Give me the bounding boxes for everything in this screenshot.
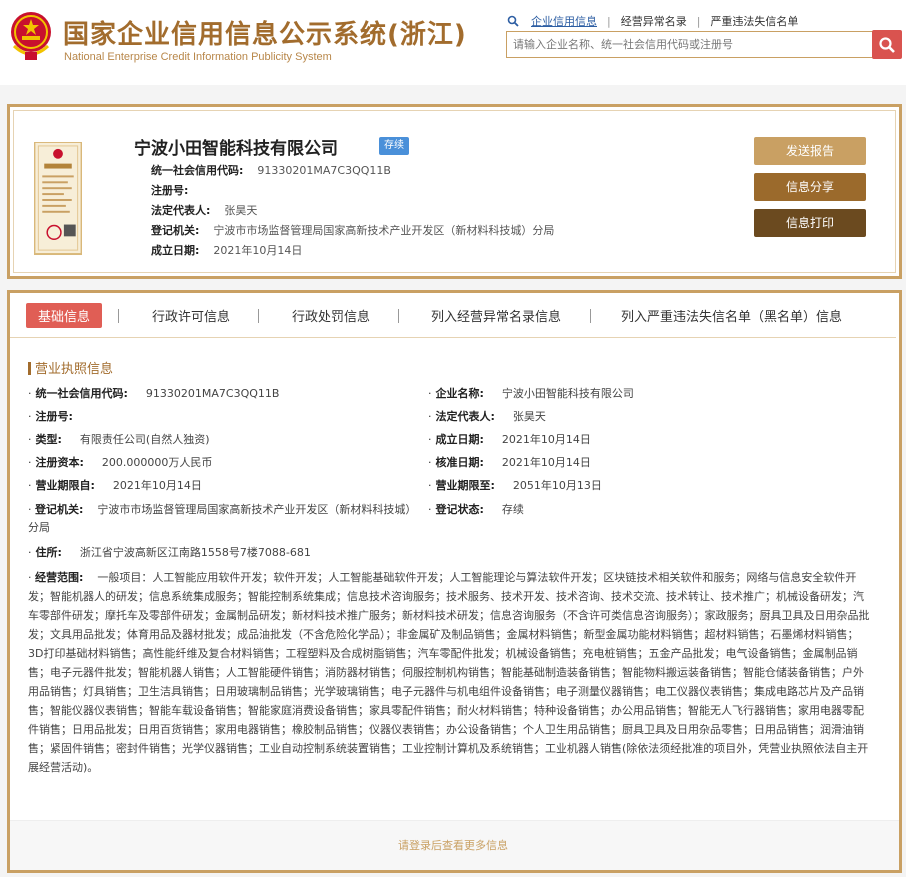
link-serious-violation[interactable]: 严重违法失信名单 bbox=[710, 13, 798, 29]
field-reg-number: · 注册号: bbox=[28, 410, 73, 423]
tab-abnormal-list[interactable]: 列入经营异常名录信息 bbox=[431, 306, 561, 325]
national-emblem-icon bbox=[11, 12, 51, 60]
print-info-button[interactable]: 信息打印 bbox=[754, 209, 866, 237]
founded-row: 成立日期: 2021年10月14日 bbox=[151, 244, 303, 257]
field-address: · 住所: 浙江省宁波高新区江南路1558号7楼7088-681 bbox=[28, 546, 311, 559]
tab-blacklist[interactable]: 列入严重违法失信名单（黑名单）信息 bbox=[621, 306, 842, 325]
share-info-button[interactable]: 信息分享 bbox=[754, 173, 866, 201]
search-input[interactable] bbox=[507, 32, 873, 57]
send-report-button[interactable]: 发送报告 bbox=[754, 137, 866, 165]
tab-admin-penalty[interactable]: 行政处罚信息 bbox=[292, 306, 370, 325]
field-authority: · 登记机关: 宁波市市场监督管理局国家高新技术产业开发区（新材料科技城）分局 bbox=[28, 503, 411, 534]
section-title: 营业执照信息 bbox=[28, 358, 113, 377]
field-type: · 类型: 有限责任公司(自然人独资) bbox=[28, 433, 210, 446]
tab-basic-info[interactable]: 基础信息 bbox=[26, 303, 103, 328]
link-enterprise-credit[interactable]: 企业信用信息 bbox=[531, 13, 597, 29]
field-term-to: · 营业期限至: 2051年10月13日 bbox=[428, 479, 602, 492]
field-capital: · 注册资本: 200.000000万人民币 bbox=[28, 456, 213, 469]
reg-number-row: 注册号: bbox=[151, 184, 189, 197]
field-business-scope: · 经营范围: 一般项目：人工智能应用软件开发；软件开发；人工智能基础软件开发；… bbox=[28, 571, 870, 774]
authority-row: 登记机关: 宁波市市场监督管理局国家高新技术产业开发区（新材料科技城）分局 bbox=[151, 224, 555, 237]
link-separator: | bbox=[696, 14, 701, 28]
field-approved: · 核准日期: 2021年10月14日 bbox=[428, 456, 591, 469]
field-legal-rep: · 法定代表人: 张昊天 bbox=[428, 410, 546, 423]
site-header: 国家企业信用信息公示系统(浙江) National Enterprise Cre… bbox=[0, 0, 906, 85]
business-license-image bbox=[34, 142, 82, 256]
field-founded: · 成立日期: 2021年10月14日 bbox=[428, 433, 591, 446]
link-separator: | bbox=[607, 14, 611, 28]
company-name: 宁波小田智能科技有限公司 bbox=[134, 139, 338, 159]
site-title: 国家企业信用信息公示系统(浙江) bbox=[63, 20, 467, 50]
field-reg-status: · 登记状态: 存续 bbox=[428, 503, 524, 516]
credit-code-row: 统一社会信用代码: 91330201MA7C3QQ11B bbox=[151, 164, 391, 177]
field-company-name: · 企业名称: 宁波小田智能科技有限公司 bbox=[428, 387, 634, 400]
search-box bbox=[506, 31, 874, 58]
search-button[interactable] bbox=[872, 30, 902, 59]
login-more-link[interactable]: 请登录后查看更多信息 bbox=[0, 837, 906, 853]
link-abnormal-list[interactable]: 经营异常名录 bbox=[621, 13, 687, 29]
field-credit-code: · 统一社会信用代码: 91330201MA7C3QQ11B bbox=[28, 387, 280, 400]
tab-admin-license[interactable]: 行政许可信息 bbox=[152, 306, 230, 325]
status-badge: 存续 bbox=[379, 137, 409, 155]
search-icon bbox=[507, 15, 519, 27]
field-term-from: · 营业期限自: 2021年10月14日 bbox=[28, 479, 202, 492]
top-links: 企业信用信息 | 经营异常名录 | 严重违法失信名单 bbox=[507, 13, 802, 29]
legal-rep-row: 法定代表人: 张昊天 bbox=[151, 204, 258, 217]
search-icon bbox=[879, 36, 895, 53]
site-subtitle: National Enterprise Credit Information P… bbox=[64, 51, 332, 63]
